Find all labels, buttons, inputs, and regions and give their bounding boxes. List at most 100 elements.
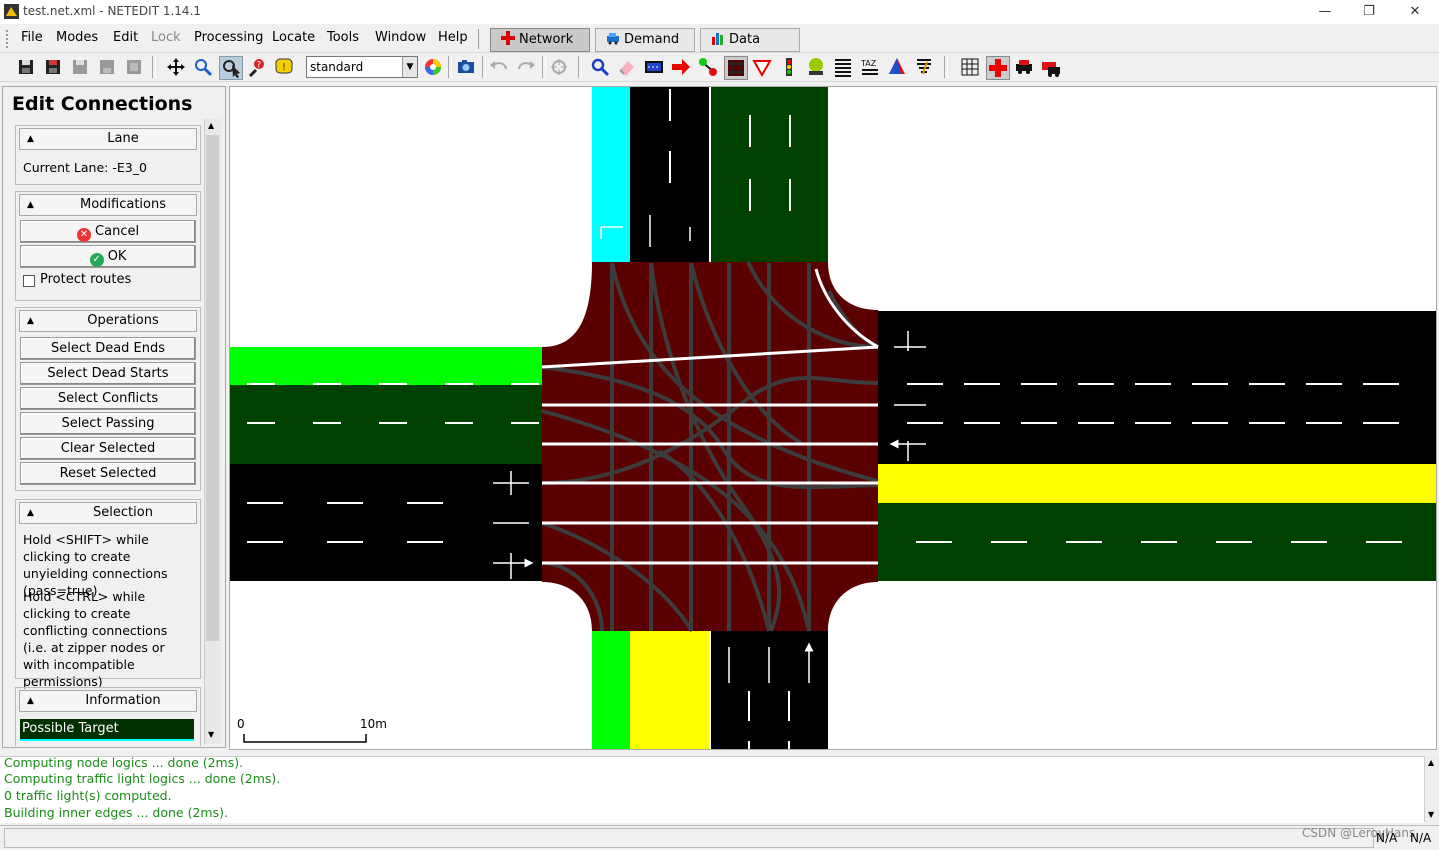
connection-icon[interactable]: [724, 56, 748, 80]
operations-group-header[interactable]: ▲ Operations: [19, 310, 197, 332]
status-bar: CSDN @LeroyHans N/A N/A: [0, 825, 1439, 850]
inspect-help-icon[interactable]: ?: [246, 56, 268, 78]
minimize-button[interactable]: —: [1310, 2, 1340, 22]
north-sidewalk-lane[interactable]: [592, 87, 630, 262]
east-incoming-lanes[interactable]: [878, 311, 1436, 464]
menubar-grip[interactable]: [6, 30, 11, 48]
wire-icon[interactable]: [832, 56, 854, 78]
menu-file[interactable]: File: [21, 30, 43, 45]
scale-bar: [243, 734, 367, 743]
scroll-down-icon[interactable]: ▼: [208, 730, 214, 739]
prohibition-icon[interactable]: [751, 56, 773, 78]
protect-routes-checkbox[interactable]: [23, 275, 35, 287]
message-window[interactable]: Computing node logics ... done (2ms). Co…: [0, 755, 1424, 823]
menu-locate[interactable]: Locate: [272, 30, 315, 45]
select-mode-icon[interactable]: [643, 56, 665, 78]
additional-icon[interactable]: [805, 56, 827, 78]
information-group-header[interactable]: ▲ Information: [19, 690, 197, 712]
collapse-icon[interactable]: ▲: [27, 316, 34, 326]
network-supermode-button[interactable]: Network: [490, 28, 590, 52]
message-line: Building inner edges ... done (2ms).: [4, 805, 228, 820]
locate-icon[interactable]: [589, 56, 611, 78]
collapse-icon[interactable]: ▲: [27, 134, 34, 144]
south-bike-lane[interactable]: [630, 631, 709, 749]
collapse-icon[interactable]: ▲: [27, 508, 34, 518]
zoom-icon[interactable]: [192, 56, 214, 78]
create-edge-icon[interactable]: [697, 56, 719, 78]
decal-icon[interactable]: [913, 56, 935, 78]
lane-header-label: Lane: [107, 131, 139, 146]
svg-text:!: !: [282, 62, 286, 73]
save-additionals-icon[interactable]: [69, 56, 91, 78]
menu-bar: File Modes Edit Lock Processing Locate T…: [0, 26, 1439, 53]
scroll-down-icon[interactable]: ▼: [1428, 810, 1434, 819]
select-passing-button[interactable]: Select Passing: [20, 412, 196, 435]
junction-icon[interactable]: [986, 56, 1010, 80]
demand-supermode-button[interactable]: Demand: [595, 28, 695, 52]
ok-label: OK: [107, 249, 127, 264]
east-bike-lane[interactable]: [878, 464, 1436, 503]
menu-lock[interactable]: Lock: [151, 30, 181, 45]
clear-selected-button[interactable]: Clear Selected: [20, 437, 196, 460]
collapse-icon[interactable]: ▲: [27, 696, 34, 706]
select-conflicts-button[interactable]: Select Conflicts: [20, 387, 196, 410]
protect-routes-label: Protect routes: [40, 272, 132, 287]
scroll-up-icon[interactable]: ▲: [1428, 758, 1434, 767]
menu-edit[interactable]: Edit: [113, 30, 138, 45]
select-icon[interactable]: [219, 56, 243, 80]
vehicle-icon[interactable]: [1013, 56, 1035, 78]
grid-icon[interactable]: [959, 56, 981, 78]
west-sidewalk-lane[interactable]: [230, 347, 542, 385]
select-dead-starts-button[interactable]: Select Dead Starts: [20, 362, 196, 385]
y-coordinate: N/A: [1410, 831, 1432, 845]
restore-button[interactable]: ❐: [1354, 2, 1384, 22]
watermark-text: CSDN @LeroyHans: [1302, 826, 1416, 840]
message-scrollbar[interactable]: ▲ ▼: [1424, 756, 1439, 822]
save-as-icon[interactable]: [42, 56, 64, 78]
recompute-icon[interactable]: [548, 56, 570, 78]
modifications-group-header[interactable]: ▲ Modifications: [19, 194, 197, 216]
panel-title: Edit Connections: [12, 93, 193, 115]
select-dead-ends-button[interactable]: Select Dead Ends: [20, 337, 196, 360]
move-icon[interactable]: [670, 56, 692, 78]
screenshot-icon[interactable]: [455, 56, 477, 78]
network-view-canvas[interactable]: 0 10m: [229, 86, 1437, 750]
undo-icon[interactable]: [488, 56, 510, 78]
tls-icon[interactable]: [778, 56, 800, 78]
pan-icon[interactable]: [165, 56, 187, 78]
north-target-lanes[interactable]: [711, 87, 828, 262]
collapse-icon[interactable]: ▲: [27, 200, 34, 210]
taz-icon[interactable]: TAZ: [859, 56, 881, 78]
info-icon[interactable]: !: [273, 56, 295, 78]
scroll-up-icon[interactable]: ▲: [208, 121, 214, 130]
menu-modes[interactable]: Modes: [56, 30, 98, 45]
menu-window[interactable]: Window: [375, 30, 426, 45]
network-label: Network: [519, 32, 574, 47]
menu-tools[interactable]: Tools: [327, 30, 359, 45]
data-supermode-button[interactable]: Data: [700, 28, 800, 52]
chevron-down-icon[interactable]: ▼: [402, 57, 417, 77]
scrollbar-thumb[interactable]: [206, 135, 219, 641]
lane-group-header[interactable]: ▲ Lane: [19, 128, 197, 150]
menu-processing[interactable]: Processing: [194, 30, 263, 45]
menu-help[interactable]: Help: [438, 30, 468, 45]
save-data-icon[interactable]: [123, 56, 145, 78]
shape-icon[interactable]: [886, 56, 908, 78]
network-drawing[interactable]: 0 10m: [230, 87, 1436, 749]
selection-group-header[interactable]: ▲ Selection: [19, 502, 197, 524]
modifications-header-label: Modifications: [79, 197, 166, 212]
visualization-scheme-select[interactable]: standard ▼: [306, 56, 418, 78]
cancel-button[interactable]: ✕ Cancel: [20, 220, 196, 243]
delete-icon[interactable]: [616, 56, 638, 78]
reset-selected-button[interactable]: Reset Selected: [20, 462, 196, 485]
south-sidewalk-lane[interactable]: [592, 631, 630, 749]
redo-icon[interactable]: [515, 56, 537, 78]
vehicle-stop-icon[interactable]: [1040, 56, 1062, 78]
west-target-lanes[interactable]: [230, 385, 542, 464]
color-wheel-icon[interactable]: [422, 56, 444, 78]
panel-scrollbar[interactable]: ▲ ▼: [204, 119, 221, 744]
save-demand-icon[interactable]: [96, 56, 118, 78]
save-icon[interactable]: [15, 56, 37, 78]
close-button[interactable]: ✕: [1400, 2, 1430, 22]
ok-button[interactable]: ✓ OK: [20, 245, 196, 268]
